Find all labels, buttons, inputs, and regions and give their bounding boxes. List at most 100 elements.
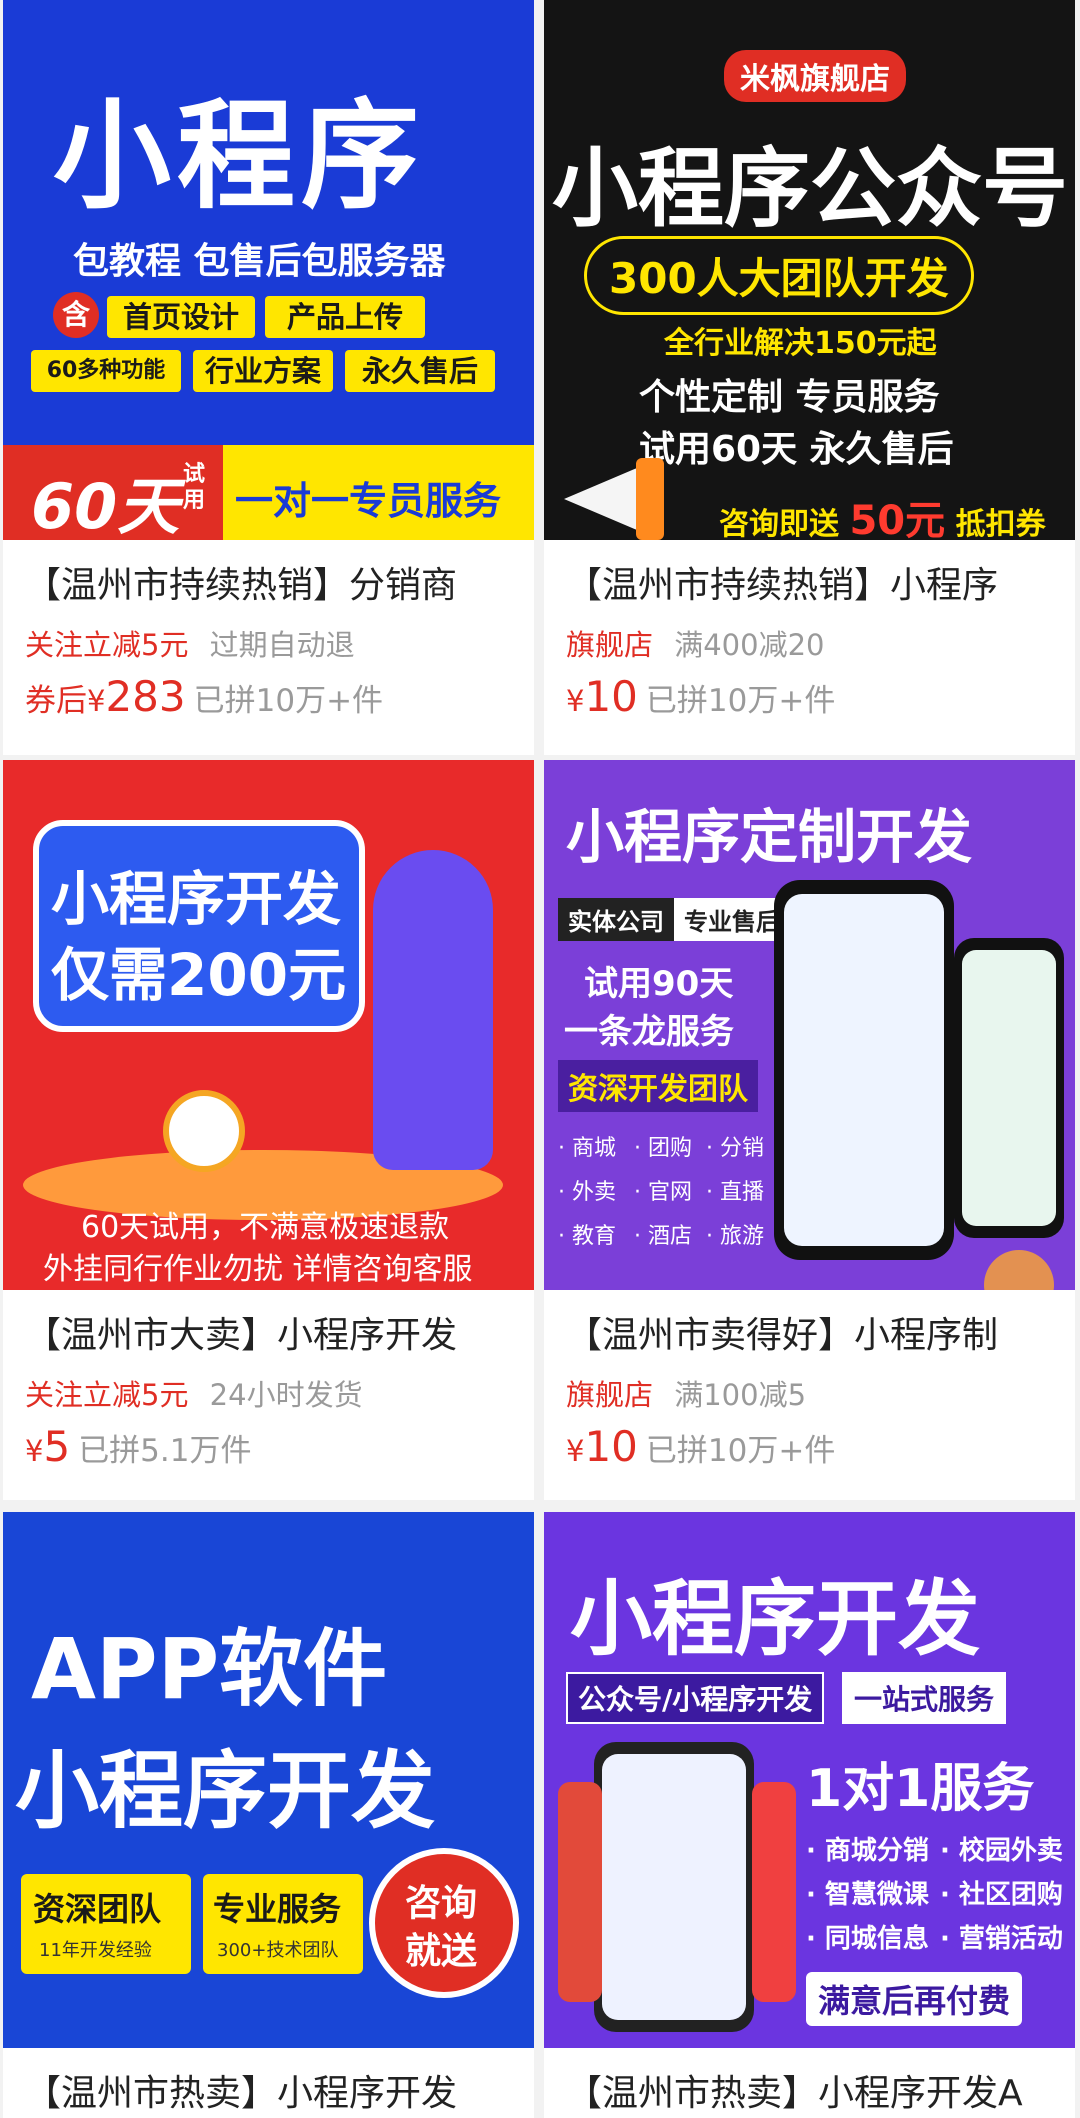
stamp-text: 就送 (405, 1931, 478, 1972)
promo-tag: 关注立减5元 (25, 628, 189, 662)
product-image[interactable]: 小程序开发 公众号/小程序开发 一站式服务 1对1服务 · 商城分销 · 校园外… (544, 1512, 1075, 2048)
feature-item: · 商城分销 (806, 1836, 929, 1866)
product-card[interactable]: 小程序定制开发 实体公司 专业售后 试用90天 一条龙服务 资深开发团队 · 商… (544, 760, 1075, 1500)
person-illustration (373, 850, 493, 1170)
feature-item: · 商城 (558, 1136, 616, 1161)
phone-screen-2 (962, 950, 1056, 1226)
phone-mockup-side (558, 1782, 602, 2002)
megaphone-bell-icon (636, 458, 664, 540)
banner-team: 资深开发团队 (558, 1060, 758, 1112)
price-row: ¥5 已拼5.1万件 (25, 1422, 252, 1471)
product-image[interactable]: APP软件 小程序开发 资深团队 11年开发经验 专业服务 300+技术团队 咨… (3, 1512, 534, 2048)
tag: 产品上传 (265, 296, 425, 338)
feature-item: · 社区团购 (940, 1880, 1063, 1910)
tag-wechat: 公众号/小程序开发 (566, 1672, 825, 1724)
feature-item: · 校园外卖 (940, 1836, 1063, 1866)
phone-screen (784, 894, 944, 1246)
banner-sub: 包教程 包售后包服务器 (73, 241, 446, 282)
product-title[interactable]: 【温州市热卖】小程序开发 (25, 2064, 457, 2116)
promo-row: 关注立减5元 过期自动退 (25, 622, 355, 664)
banner-note-1: 60天试用，不满意极速退款 (81, 1210, 450, 1245)
feature-item: · 教育 (558, 1224, 616, 1249)
box-title: 资深团队 (33, 1890, 162, 1928)
banner-consult: 咨询即送 50元 抵扣券 (719, 488, 1046, 540)
product-card[interactable]: 米枫旗舰店 小程序公众号 300人大团队开发 全行业解决150元起 个性定制 专… (544, 0, 1075, 755)
box-title: 专业服务 (213, 1890, 342, 1928)
banner-line1: 全行业解决150元起 (664, 326, 937, 361)
banner-headline-1: 小程序开发 (51, 865, 342, 933)
promo-note: 过期自动退 (209, 628, 355, 662)
product-title[interactable]: 【温州市卖得好】小程序制 (566, 1306, 998, 1358)
feature-item: · 酒店 (634, 1224, 692, 1249)
feature-item: · 官网 (634, 1180, 692, 1205)
feature-item: · 同城信息 (806, 1924, 929, 1954)
product-image[interactable]: 小程序定制开发 实体公司 专业售后 试用90天 一条龙服务 资深开发团队 · 商… (544, 760, 1075, 1290)
promo-tag: 旗舰店 (566, 1378, 654, 1412)
banner-headline-2: 仅需200元 (51, 941, 347, 1009)
clock-icon (163, 1090, 245, 1172)
banner-trial: 试用 (183, 462, 206, 513)
product-image[interactable]: 小程序开发 仅需200元 60天试用，不满意极速退款 外挂同行作业勿扰 详情咨询… (3, 760, 534, 1290)
product-card[interactable]: 小程序 包教程 包售后包服务器 含 首页设计 产品上传 60多种功能 行业方案 … (3, 0, 534, 755)
price-prefix: 券后 (25, 683, 87, 719)
product-title[interactable]: 【温州市持续热销】小程序 (566, 556, 998, 608)
product-card[interactable]: 小程序开发 公众号/小程序开发 一站式服务 1对1服务 · 商城分销 · 校园外… (544, 1512, 1075, 2118)
promo-row: 旗舰店 满100减5 (566, 1372, 806, 1414)
price: 10 (584, 1422, 638, 1471)
price: 5 (43, 1422, 71, 1471)
banner-note-2: 外挂同行作业勿扰 详情咨询客服 (43, 1252, 473, 1287)
price: 283 (105, 672, 186, 721)
stamp-text: 咨询 (405, 1883, 478, 1924)
tag: 永久售后 (345, 350, 495, 392)
banner-trial: 试用90天 (584, 964, 734, 1004)
floating-assist-icon[interactable] (984, 1250, 1054, 1290)
product-image[interactable]: 小程序 包教程 包售后包服务器 含 首页设计 产品上传 60多种功能 行业方案 … (3, 0, 534, 540)
product-card[interactable]: 小程序开发 仅需200元 60天试用，不满意极速退款 外挂同行作业勿扰 详情咨询… (3, 760, 534, 1500)
banner-service: 一条龙服务 (564, 1012, 734, 1052)
feature-item: · 外卖 (558, 1180, 616, 1205)
megaphone-icon (564, 465, 644, 533)
feature-item: · 团购 (634, 1136, 692, 1161)
currency-symbol: ¥ (566, 684, 585, 718)
voucher-text: 抵扣券 (955, 507, 1046, 540)
feature-item: · 智慧微课 (806, 1880, 929, 1910)
product-title[interactable]: 【温州市持续热销】分销商 (25, 556, 457, 608)
badge-icon: 含 (53, 292, 99, 338)
promo-row: 旗舰店 满400减20 (566, 622, 825, 664)
tag: 首页设计 (107, 296, 255, 338)
promo-note: 24小时发货 (209, 1378, 363, 1412)
promo-tag: 关注立减5元 (25, 1378, 189, 1412)
banner-headline: 小程序定制开发 (566, 803, 973, 871)
banner-days: 60天 (31, 470, 180, 540)
feature-item: · 直播 (706, 1180, 764, 1205)
banner-headline: 小程序 (53, 87, 426, 225)
product-grid: 小程序 包教程 包售后包服务器 含 首页设计 产品上传 60多种功能 行业方案 … (0, 0, 1080, 2118)
tag-company: 实体公司 (558, 898, 674, 941)
tag-service: 专业售后 (674, 898, 790, 941)
promo-tag: 旗舰店 (566, 628, 654, 662)
promo-note: 满100减5 (674, 1378, 807, 1412)
price-row: 券后¥283 已拼10万+件 (25, 672, 383, 721)
product-title[interactable]: 【温州市热卖】小程序开发A (566, 2064, 1023, 2116)
feature-item: · 分销 (706, 1136, 764, 1161)
banner-headline-2: 小程序开发 (15, 1742, 436, 1840)
currency-symbol: ¥ (87, 684, 106, 718)
product-image[interactable]: 米枫旗舰店 小程序公众号 300人大团队开发 全行业解决150元起 个性定制 专… (544, 0, 1075, 540)
banner-team: 300人大团队开发 (584, 236, 974, 315)
voucher-amount: 50元 (849, 498, 946, 540)
sold-count: 已拼10万+件 (193, 683, 384, 719)
sold-count: 已拼10万+件 (645, 683, 836, 719)
tag: 60多种功能 (31, 350, 181, 392)
product-card[interactable]: APP软件 小程序开发 资深团队 11年开发经验 专业服务 300+技术团队 咨… (3, 1512, 534, 2118)
phone-mockup-side-2 (752, 1782, 796, 2002)
box-sub: 11年开发经验 (39, 1940, 152, 1961)
feature-item: · 旅游 (706, 1224, 764, 1249)
promo-row: 关注立减5元 24小时发货 (25, 1372, 363, 1414)
consult-text: 咨询即送 (719, 507, 839, 540)
currency-symbol: ¥ (566, 1434, 585, 1468)
sold-count: 已拼10万+件 (645, 1433, 836, 1469)
product-title[interactable]: 【温州市大卖】小程序开发 (25, 1306, 457, 1358)
promo-note: 满400减20 (674, 628, 825, 662)
banner-headline: 小程序开发 (570, 1572, 981, 1667)
banner-headline: 小程序公众号 (552, 139, 1068, 239)
